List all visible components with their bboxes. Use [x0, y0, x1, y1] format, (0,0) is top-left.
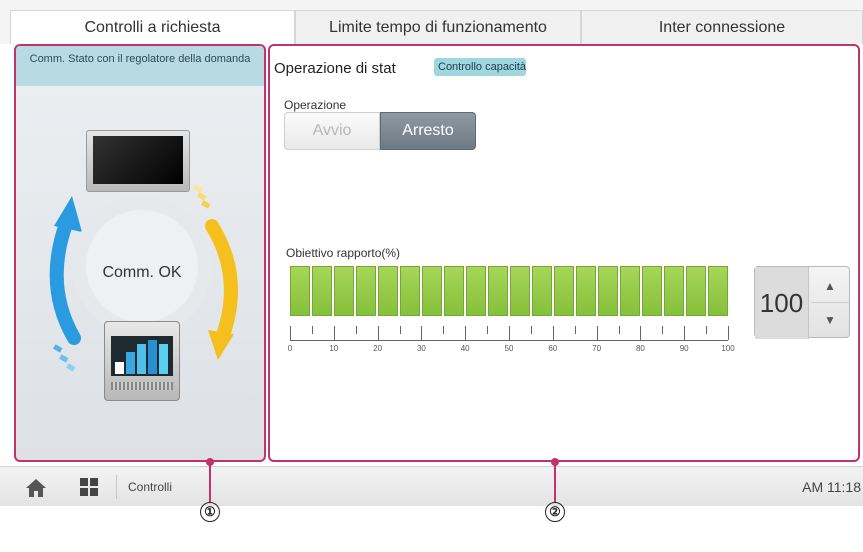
scale-label: 50 [504, 344, 514, 353]
demand-controller-icon [104, 321, 180, 401]
callout-line-2 [554, 462, 556, 502]
start-button[interactable]: Avvio [284, 112, 380, 150]
ratio-stepper: 100 ▲ ▼ [754, 266, 850, 339]
scale-tick [465, 326, 467, 340]
callout-number-2: ② [545, 502, 565, 522]
gauge-segment [576, 266, 596, 316]
scale-label: 70 [592, 344, 602, 353]
gauge-segment [312, 266, 332, 316]
callout-line-1 [209, 462, 211, 502]
breadcrumb[interactable]: Controlli [128, 480, 172, 494]
scale-tick [552, 326, 554, 340]
scale-tick [618, 326, 620, 334]
scale-tick [290, 326, 291, 340]
scale-tick [662, 326, 664, 334]
gauge-segment [664, 266, 684, 316]
scale-tick [355, 326, 357, 334]
gauge-segment [466, 266, 486, 316]
gauge-segment [532, 266, 552, 316]
menu-grid-icon[interactable] [80, 478, 98, 496]
scale-baseline [290, 340, 728, 341]
decrease-button[interactable]: ▼ [811, 303, 849, 337]
tab-limite-tempo[interactable]: Limite tempo di funzionamento [295, 10, 581, 44]
home-icon[interactable] [24, 477, 48, 499]
scale-label: 20 [373, 344, 383, 353]
bottom-bar: Controlli AM 11:18 [0, 466, 863, 506]
operation-label: Operazione [284, 98, 347, 112]
gauge-segment [686, 266, 706, 316]
separator [116, 475, 117, 499]
scale-tick [530, 326, 532, 334]
scale-label: 0 [287, 344, 293, 353]
ratio-value: 100 [755, 267, 809, 339]
scale-label: 90 [679, 344, 689, 353]
scale-tick [443, 326, 445, 334]
scale-tick [728, 326, 729, 340]
gauge-segment [620, 266, 640, 316]
tab-bar: Controlli a richiesta Limite tempo di fu… [0, 0, 863, 44]
triangle-up-icon: ▲ [824, 278, 836, 293]
gauge-segment [400, 266, 420, 316]
gauge-segment [334, 266, 354, 316]
gauge-segment [356, 266, 376, 316]
stop-button[interactable]: Arresto [380, 112, 476, 150]
scale-tick [399, 326, 401, 334]
scale-tick [377, 326, 379, 340]
clock: AM 11:18 [802, 479, 861, 495]
scale-label: 40 [460, 344, 470, 353]
operation-status-title: Operazione di stat [274, 60, 396, 77]
increase-button[interactable]: ▲ [811, 269, 849, 303]
gauge-segment [642, 266, 662, 316]
gauge-segment [554, 266, 574, 316]
scale-tick [684, 326, 686, 340]
gauge-scale: 0 10 20 30 40 50 60 70 80 90 100 [287, 326, 735, 366]
scale-tick [706, 326, 708, 334]
gauge-segment [422, 266, 442, 316]
operation-status-panel: Operazione di stat Controllo capacità Op… [268, 44, 860, 462]
scale-tick [574, 326, 576, 334]
scale-tick [596, 326, 598, 340]
tab-controlli-a-richiesta[interactable]: Controlli a richiesta [10, 10, 295, 44]
capacity-control-badge: Controllo capacità [434, 58, 526, 76]
scale-tick [487, 326, 489, 334]
scale-tick [640, 326, 642, 340]
scale-label: 30 [416, 344, 426, 353]
target-ratio-label: Obiettivo rapporto(%) [286, 246, 401, 260]
scale-label: 80 [635, 344, 645, 353]
gauge-segment [598, 266, 618, 316]
scale-tick [311, 326, 313, 334]
target-ratio-gauge[interactable] [290, 266, 728, 316]
callout-number-1: ① [200, 502, 220, 522]
gauge-segment [444, 266, 464, 316]
gauge-segment [378, 266, 398, 316]
comm-status-text: Comm. OK [102, 264, 182, 281]
scale-label: 10 [329, 344, 339, 353]
triangle-down-icon: ▼ [824, 313, 836, 327]
touch-controller-icon [86, 130, 190, 192]
scale-tick [509, 326, 510, 340]
gauge-segment [290, 266, 310, 316]
scale-tick [421, 326, 423, 340]
scale-tick [333, 326, 335, 340]
scale-label: 100 [721, 344, 735, 353]
scale-label: 60 [548, 344, 558, 353]
gauge-segment [708, 266, 728, 316]
comm-status-panel: Comm. Stato con il regolatore della doma… [14, 44, 266, 462]
gauge-segment [488, 266, 508, 316]
tab-inter-connessione[interactable]: Inter connessione [581, 10, 863, 44]
gauge-segment [510, 266, 530, 316]
